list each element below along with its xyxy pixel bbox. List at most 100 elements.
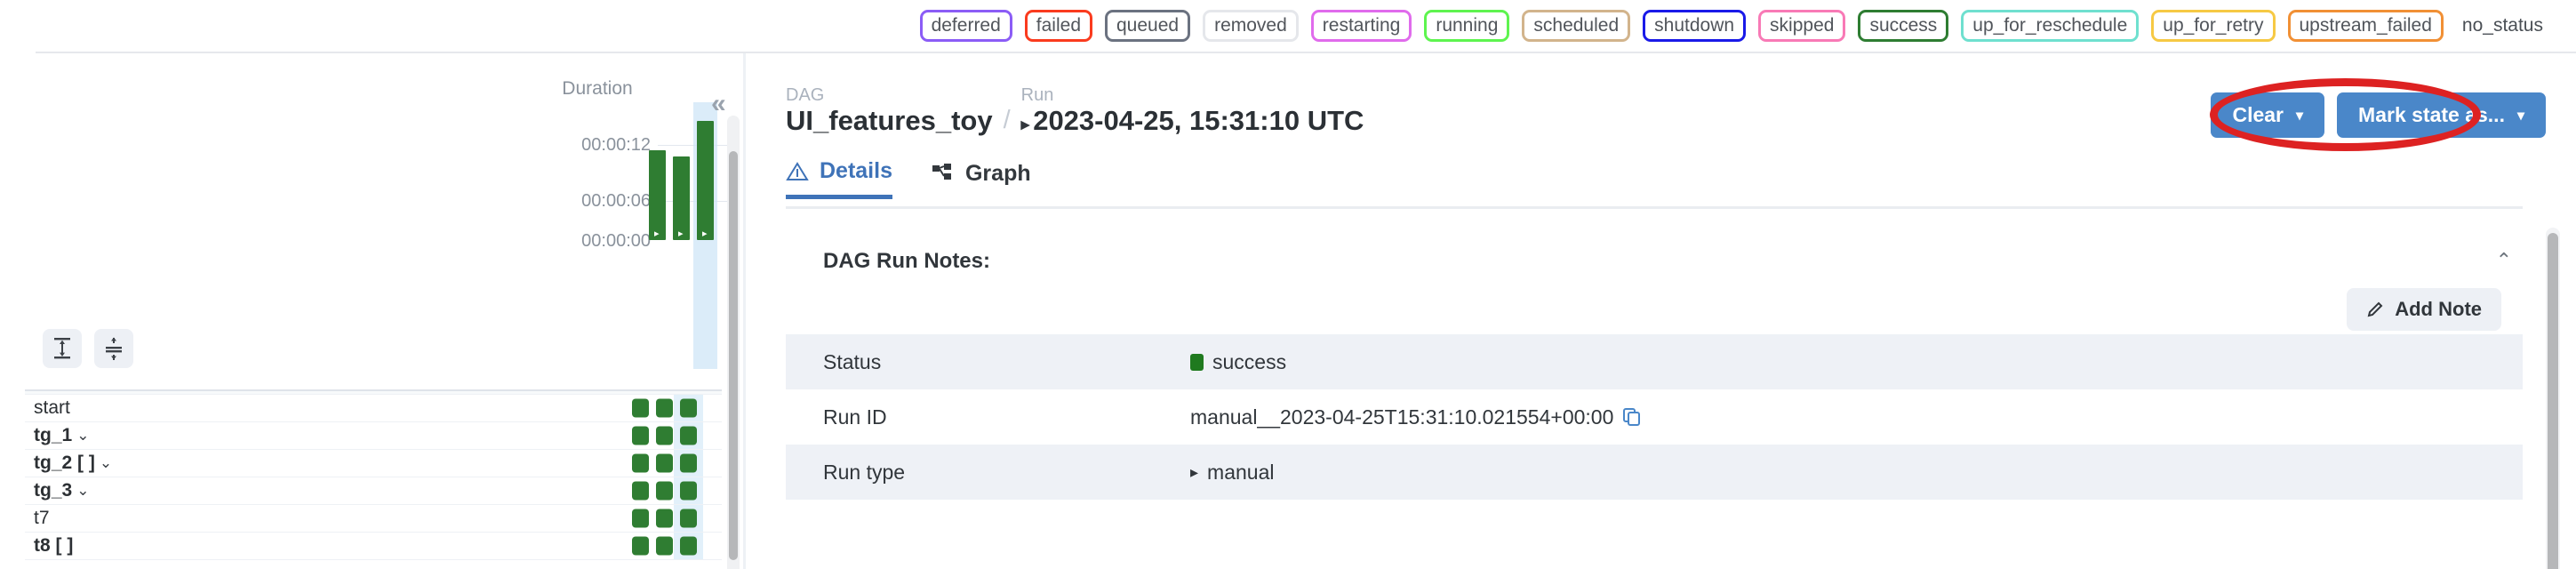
legend-badge-success[interactable]: success [1858, 10, 1949, 42]
add-note-button[interactable]: Add Note [2347, 288, 2501, 331]
task-instance-square[interactable] [680, 453, 697, 473]
add-note-label: Add Note [2395, 298, 2482, 320]
grid-toolbar [43, 329, 133, 368]
tab-graph[interactable]: Graph [932, 158, 1031, 199]
grid-scrollbar-thumb[interactable] [729, 151, 738, 560]
task-instance-square[interactable] [632, 453, 649, 473]
task-row[interactable]: tg_1 ⌄ [25, 422, 722, 450]
duration-axis-title: Duration [562, 78, 633, 99]
duration-bar-2[interactable] [697, 121, 714, 240]
chevron-down-icon[interactable]: ⌄ [76, 427, 89, 445]
row-height-icon [54, 338, 70, 359]
tab-details[interactable]: Details [786, 158, 892, 199]
task-instance-square[interactable] [680, 481, 697, 501]
breadcrumb-dag-name[interactable]: UI_features_toy [786, 105, 993, 137]
legend-badge-up_for_retry[interactable]: up_for_retry [2151, 10, 2276, 42]
task-label[interactable]: tg_1 [25, 425, 72, 446]
legend-badge-restarting[interactable]: restarting [1310, 10, 1412, 42]
status-indicator-icon [1190, 353, 1204, 371]
details-panel: DAG UI_features_toy / Run ▸ 2023-04-25, 1… [752, 53, 2576, 569]
legend-badge-shutdown[interactable]: shutdown [1643, 10, 1747, 42]
duration-bar-0[interactable] [649, 150, 666, 240]
task-row[interactable]: start [25, 395, 722, 422]
chevron-down-icon: ▾ [2296, 108, 2304, 124]
mark-state-button-label: Mark state as... [2358, 103, 2505, 126]
task-row[interactable]: t7 [25, 505, 722, 533]
details-scrollbar-thumb[interactable] [2548, 233, 2558, 569]
task-instance-squares [632, 453, 697, 473]
toggle-row-height-button[interactable] [43, 329, 82, 368]
task-instance-square[interactable] [632, 426, 649, 445]
legend-badge-failed[interactable]: failed [1024, 10, 1092, 42]
clear-button[interactable]: Clear ▾ [2211, 92, 2325, 138]
task-rows: start tg_1 ⌄ tg_2 [ ] ⌄ tg_3 ⌄ t7 t8 [ ] [25, 389, 722, 560]
breadcrumb-separator: / [1003, 105, 1011, 134]
task-instance-square[interactable] [656, 426, 673, 445]
breadcrumb-dag-kicker: DAG [786, 85, 825, 105]
task-label[interactable]: tg_3 [25, 480, 72, 501]
legend-badge-upstream_failed[interactable]: upstream_failed [2287, 10, 2444, 42]
task-instance-square[interactable] [656, 398, 673, 418]
run-caret-0: ▸ [654, 228, 660, 239]
legend-badge-deferred[interactable]: deferred [919, 10, 1012, 42]
task-instance-square[interactable] [656, 453, 673, 473]
spacing-icon [106, 337, 122, 360]
legend-badge-scheduled[interactable]: scheduled [1522, 10, 1631, 42]
legend-badge-running[interactable]: running [1424, 10, 1510, 42]
toggle-spacing-button[interactable] [94, 329, 133, 368]
task-label[interactable]: t7 [25, 508, 50, 529]
task-instance-square[interactable] [680, 398, 697, 418]
details-value-text: success [1212, 349, 1287, 373]
task-label[interactable]: t8 [ ] [25, 535, 73, 557]
breadcrumb-run-name-wrap[interactable]: ▸ 2023-04-25, 15:31:10 UTC [1021, 105, 1364, 137]
task-instance-square[interactable] [632, 398, 649, 418]
task-row[interactable]: t8 [ ] [25, 533, 722, 560]
expand-caret-icon[interactable]: ▸ [1190, 463, 1198, 482]
task-instance-square[interactable] [680, 426, 697, 445]
copy-icon[interactable] [1622, 407, 1642, 427]
task-state-legend: deferred failed queued removed restarting run… [0, 0, 2576, 52]
breadcrumb-dag[interactable]: DAG UI_features_toy [786, 85, 993, 137]
task-row[interactable]: tg_3 ⌄ [25, 477, 722, 505]
task-instance-square[interactable] [632, 481, 649, 501]
task-label[interactable]: tg_2 [ ] [25, 453, 95, 474]
details-vertical-scrollbar[interactable] [2546, 228, 2560, 569]
task-instance-square[interactable] [680, 509, 697, 528]
chevron-up-icon[interactable]: ⌃ [2496, 249, 2512, 272]
legend-badge-up_for_reschedule[interactable]: up_for_reschedule [1961, 10, 2140, 42]
task-instance-square[interactable] [632, 536, 649, 556]
duration-bar-1[interactable] [673, 156, 690, 240]
mark-state-button[interactable]: Mark state as... ▾ [2337, 92, 2546, 138]
chevron-down-icon[interactable]: ⌄ [100, 454, 112, 472]
task-instance-square[interactable] [680, 536, 697, 556]
task-instance-square[interactable] [656, 509, 673, 528]
grid-vertical-scrollbar[interactable] [727, 116, 740, 569]
task-instance-squares [632, 398, 697, 418]
details-row: Run ID manual__2023-04-25T15:31:10.021554… [786, 389, 2523, 445]
run-actions: Clear ▾ Mark state as... ▾ [2211, 92, 2546, 138]
details-row: Status success [786, 334, 2523, 389]
collapse-grid-icon[interactable]: « [711, 89, 726, 119]
task-instance-squares [632, 536, 697, 556]
tab-graph-label: Graph [964, 160, 1031, 186]
chevron-down-icon[interactable]: ⌄ [76, 482, 89, 500]
legend-badge-skipped[interactable]: skipped [1758, 10, 1846, 42]
details-row-value: success [1190, 350, 1286, 374]
run-expand-caret-icon[interactable]: ▸ [1021, 116, 1030, 134]
legend-badge-no_status[interactable]: no_status [2455, 10, 2549, 42]
task-instance-squares [632, 509, 697, 528]
task-instance-square[interactable] [656, 481, 673, 501]
details-row: Run type ▸ manual [786, 445, 2523, 500]
task-instance-square[interactable] [632, 509, 649, 528]
task-instance-square[interactable] [656, 536, 673, 556]
duration-tick-0: 00:00:12 [581, 135, 651, 155]
details-tabs: Details Graph [786, 158, 1031, 199]
legend-badge-removed[interactable]: removed [1203, 10, 1299, 42]
details-table: Status success Run ID manual__2023-04-25T15… [786, 334, 2523, 500]
task-label[interactable]: start [25, 397, 70, 419]
dag-run-notes-title: DAG Run Notes: [823, 249, 990, 273]
task-row[interactable]: tg_2 [ ] ⌄ [25, 450, 722, 477]
details-value-text: manual [1207, 460, 1275, 484]
breadcrumb-run[interactable]: Run ▸ 2023-04-25, 15:31:10 UTC [1021, 85, 1364, 137]
legend-badge-queued[interactable]: queued [1105, 10, 1191, 42]
